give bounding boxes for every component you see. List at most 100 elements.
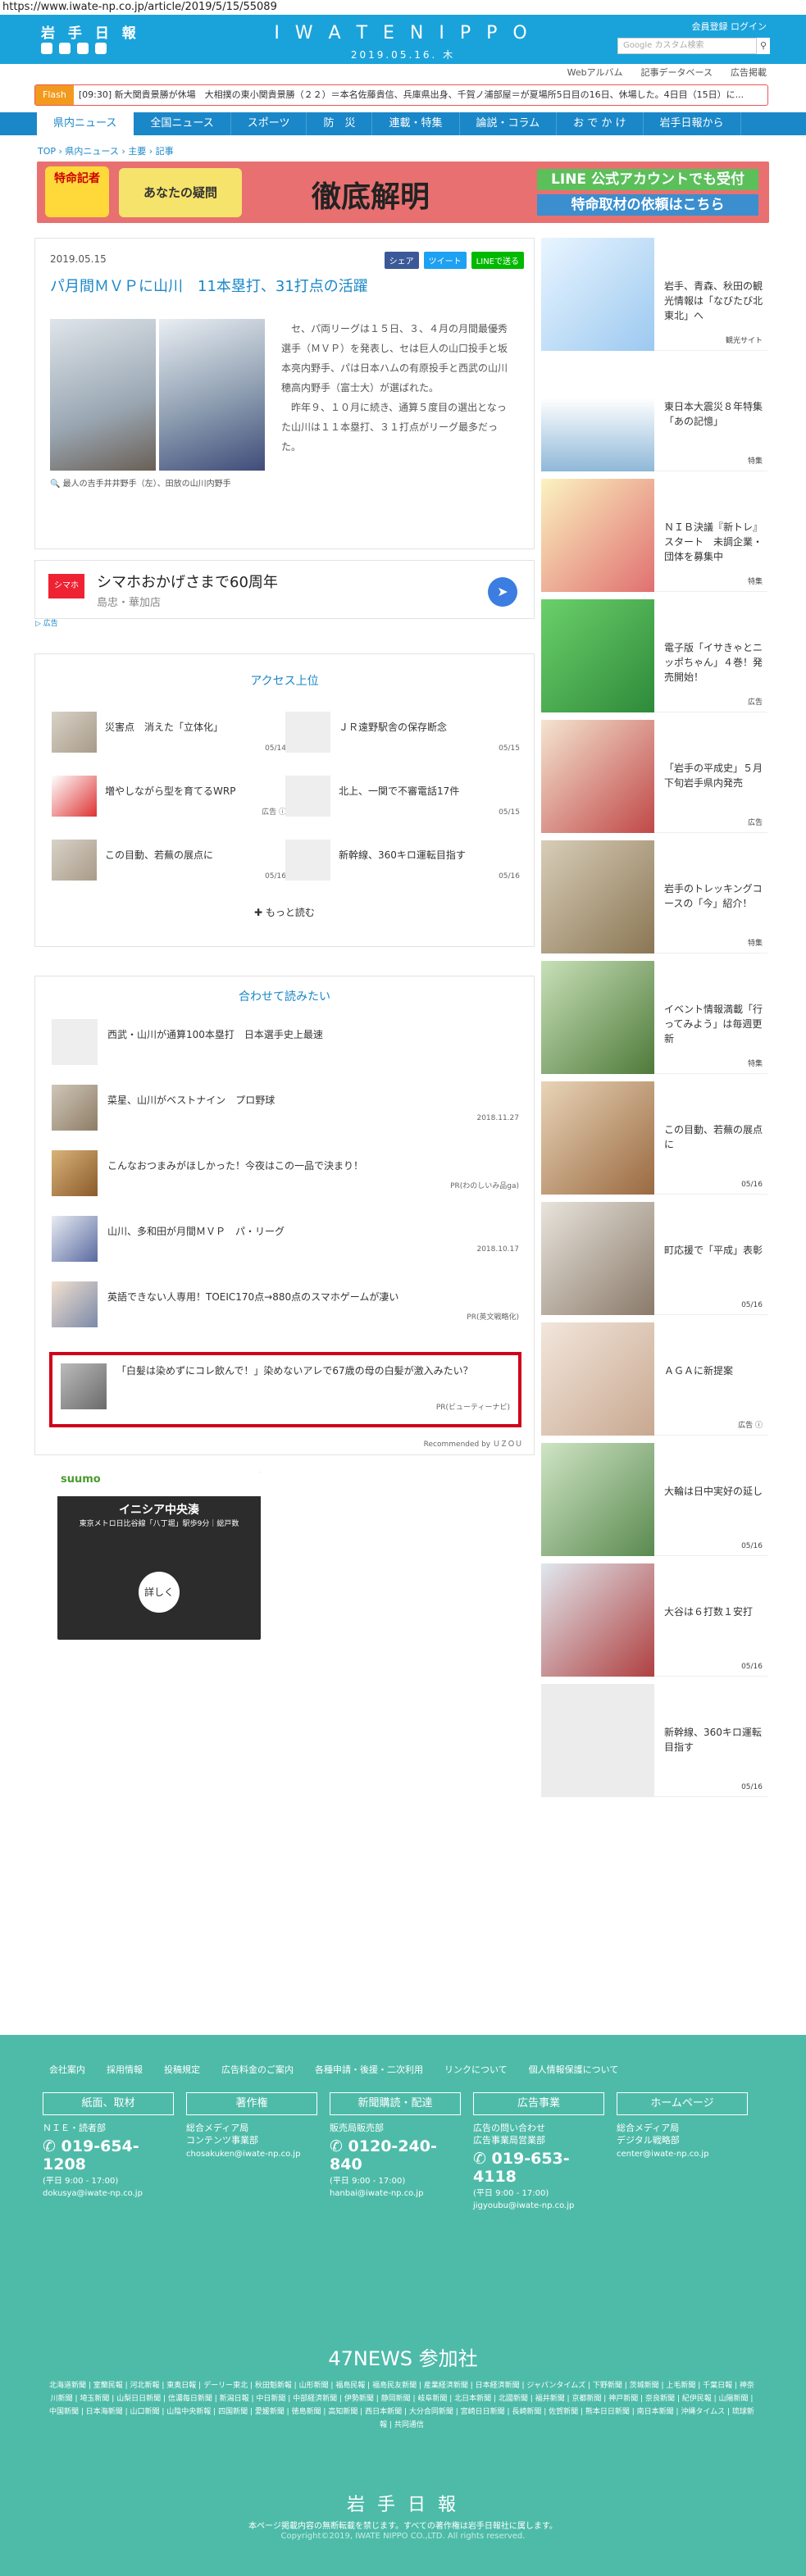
contact-column: 紙面、取材 ＮＩＥ・読者部 ✆ 019-654-1208 (平日 9:00 - … bbox=[43, 2092, 174, 2198]
sidebar-item[interactable]: 大輪は日中実好の延し 05/16 bbox=[541, 1443, 767, 1556]
contact-heading[interactable]: 紙面、取材 bbox=[43, 2092, 174, 2115]
47news-papers[interactable]: 北海道新聞 | 室蘭民報 | 河北新報 | 東奥日報 | デーリー東北 | 秋田… bbox=[49, 2379, 754, 2432]
ranking-item-date: 05/15 bbox=[499, 744, 520, 753]
nav-sports[interactable]: スポーツ bbox=[231, 112, 307, 135]
footer-link[interactable]: 各種申請・後援・二次利用 bbox=[315, 2063, 423, 2076]
footer-link[interactable]: 広告料金のご案内 bbox=[221, 2063, 294, 2076]
ranking-item-date: 広告 ⓘ bbox=[262, 808, 286, 817]
contact-heading[interactable]: 広告事業 bbox=[473, 2092, 604, 2115]
search-input[interactable]: Google カスタム検索 bbox=[617, 38, 757, 54]
sidebar-item[interactable]: 岩手、青森、秋田の観光情報は「なびたび北東北」へ 観光サイト bbox=[541, 238, 767, 351]
directions-icon[interactable]: ➤ bbox=[488, 577, 517, 607]
related-thumbnail bbox=[61, 1363, 107, 1409]
contact-hours: (平日 9:00 - 17:00) bbox=[330, 2177, 406, 2186]
related-item-title: 「白髪は染めずにコレ飲んで！」染めないアレで67歳の母の白髪が激入みたい？ bbox=[116, 1365, 473, 1377]
ranking-item[interactable]: この目動、若蕪の展点に 05/16 bbox=[52, 840, 286, 881]
shimaho-ad[interactable]: シマホ シマホおかげさまで60周年 島忠・華加店 ➤ ▷ 広告 bbox=[34, 560, 535, 628]
related-item[interactable]: 菜星、山川がベストナイン プロ野球 2018.11.27 bbox=[52, 1085, 519, 1131]
sidebar-item[interactable]: この目動、若蕪の展点に 05/16 bbox=[541, 1081, 767, 1195]
line-share-button[interactable]: LINEで送る bbox=[471, 252, 524, 269]
more-button[interactable]: ✚ もっと読む bbox=[35, 905, 534, 919]
sidebar-item[interactable]: 「岩手の平成史」５月下旬岩手県内発売 広告 bbox=[541, 720, 767, 833]
article-photo[interactable] bbox=[50, 319, 156, 471]
sidebar-item-title: 岩手、青森、秋田の観光情報は「なびたび北東北」へ bbox=[664, 280, 763, 321]
sidebar-item-tag: 05/16 bbox=[741, 1542, 763, 1550]
article-photo[interactable] bbox=[159, 319, 265, 471]
related-item-title: 山川、多和田が月間ＭＶＰ パ・リーグ bbox=[107, 1226, 285, 1237]
related-item[interactable]: 英語できない人専用！TOEIC170点→880点のスマホゲームが凄い PR(英文… bbox=[52, 1281, 519, 1327]
ranking-item[interactable]: ＪＲ遠野駅舎の保存断念 05/15 bbox=[285, 712, 520, 753]
suumo-detail-button[interactable]: 詳しく bbox=[139, 1572, 180, 1613]
related-item[interactable]: こんなおつまみがほしかった！今夜はこの一品で決まり！ PR(わのしいみ品ga) bbox=[52, 1150, 519, 1196]
47news-title: 47NEWS 参加社 bbox=[328, 2347, 478, 2370]
sidebar-item-tag: 広告 bbox=[747, 819, 763, 827]
tweet-button[interactable]: ツイート bbox=[423, 252, 467, 269]
nav-features[interactable]: 連載・特集 bbox=[372, 112, 460, 135]
search-icon[interactable]: ⚲ bbox=[757, 38, 770, 54]
suumo-ad[interactable]: suumo イニシア中央湊 東京メトロ日比谷線「八丁堀」駅歩9分｜総戸数 詳しく bbox=[57, 1472, 261, 1640]
contact-hours: (平日 9:00 - 17:00) bbox=[43, 2177, 119, 2186]
sidebar-item[interactable]: 東日本大震災８年特集「あの記憶」 特集 bbox=[541, 358, 767, 471]
sidebar-item-title: 大輪は日中実好の延し bbox=[664, 1486, 763, 1497]
sidebar-item[interactable]: 町応援で「平成」表彰 05/16 bbox=[541, 1202, 767, 1315]
album-link[interactable]: Webアルバム bbox=[567, 66, 623, 79]
nav-local-news[interactable]: 県内ニュース bbox=[37, 112, 134, 135]
address-bar[interactable]: https://www.iwate-np.co.jp/article/2019/… bbox=[0, 0, 806, 15]
contact-dept: 販売局販売部 bbox=[330, 2123, 384, 2133]
contact-email[interactable]: jigyoubu@iwate-np.co.jp bbox=[473, 2201, 604, 2210]
related-item[interactable]: 山川、多和田が月間ＭＶＰ パ・リーグ 2018.10.17 bbox=[52, 1216, 519, 1262]
sidebar-item[interactable]: 岩手のトレッキングコースの「今」紹介！ 特集 bbox=[541, 840, 767, 953]
footer-link[interactable]: 会社案内 bbox=[49, 2063, 85, 2076]
sidebar-item[interactable]: 新幹線、360キロ運転目指す 05/16 bbox=[541, 1684, 767, 1797]
contact-heading[interactable]: 著作権 bbox=[186, 2092, 317, 2115]
related-item[interactable]: 西武・山川が通算100本塁打 日本選手史上最速 bbox=[52, 1019, 519, 1065]
promo-banner[interactable]: 特命記者 あなたの疑問 徹底解明 LINE 公式アカウントでも受付 特命取材の依… bbox=[37, 162, 769, 223]
sidebar-item[interactable]: ＮＩＢ決議『新トレ』スタート 未調企業・団体を募集中 特集 bbox=[541, 479, 767, 592]
footer-link[interactable]: リンクについて bbox=[444, 2063, 508, 2076]
account-links[interactable]: 会員登録 ログイン bbox=[692, 20, 767, 33]
nav-disaster[interactable]: 防 災 bbox=[307, 112, 373, 135]
breadcrumb[interactable]: TOP › 県内ニュース › 主要 › 記事 bbox=[38, 144, 174, 157]
sidebar-item-title: 東日本大震災８年特集「あの記憶」 bbox=[664, 401, 763, 427]
article-photos[interactable] bbox=[50, 319, 265, 471]
footer-logo[interactable]: 岩 手 日 報 bbox=[0, 2490, 806, 2516]
nav-outing[interactable]: お で か け bbox=[557, 112, 644, 135]
contact-email[interactable]: hanbai@iwate-np.co.jp bbox=[330, 2189, 461, 2198]
related-item-source: PR(わのしいみ品ga) bbox=[450, 1182, 519, 1190]
ranking-item[interactable]: 災害点 消えた「立体化」 05/14 bbox=[52, 712, 286, 753]
sidebar-item-title: 大谷は６打数１安打 bbox=[664, 1606, 754, 1618]
ad-label[interactable]: ▷ 広告 bbox=[35, 617, 58, 628]
contact-email[interactable]: center@iwate-np.co.jp bbox=[617, 2150, 748, 2159]
ranking-item[interactable]: 新幹線、360キロ運転目指す 05/16 bbox=[285, 840, 520, 881]
contact-email[interactable]: chosakuken@iwate-np.co.jp bbox=[186, 2150, 317, 2159]
ranking-item[interactable]: 北上、一関で不審電話17件 05/15 bbox=[285, 776, 520, 817]
article-title: パ月間ＭＶＰに山川 11本塁打、31打点の活躍 bbox=[50, 278, 368, 295]
contact-heading[interactable]: 新聞購読・配達 bbox=[330, 2092, 461, 2115]
sidebar-item[interactable]: 大谷は６打数１安打 05/16 bbox=[541, 1563, 767, 1677]
database-link[interactable]: 記事データベース bbox=[641, 66, 713, 79]
ad-link[interactable]: 広告掲載 bbox=[731, 66, 767, 79]
related-item-source: PR(英文戦略化) bbox=[467, 1313, 519, 1322]
recommended-by[interactable]: Recommended by ＵＺＯＵ bbox=[424, 1438, 522, 1449]
contact-email[interactable]: dokusya@iwate-np.co.jp bbox=[43, 2189, 174, 2198]
nav-national-news[interactable]: 全国ニュース bbox=[134, 112, 231, 135]
facebook-share-button[interactable]: シェア bbox=[384, 252, 419, 269]
ranking-item[interactable]: 増やしながら型を育てるWRP 広告 ⓘ bbox=[52, 776, 286, 817]
ad-subtitle: 島忠・華加店 bbox=[97, 597, 162, 609]
footer-link[interactable]: 個人情報保護について bbox=[529, 2063, 619, 2076]
sidebar-thumbnail bbox=[541, 1684, 654, 1797]
sidebar-item[interactable]: イベント情報満載「行ってみよう」は毎週更新 特集 bbox=[541, 961, 767, 1074]
sidebar-item[interactable]: 電子版「イサきゃとニッポちゃん」４巻！発売開始！ 広告 bbox=[541, 599, 767, 712]
nav-from-iwate-nippo[interactable]: 岩手日報から bbox=[644, 112, 741, 135]
footer-link[interactable]: 投稿規定 bbox=[164, 2063, 200, 2076]
contact-heading[interactable]: ホームページ bbox=[617, 2092, 748, 2115]
related-item-highlighted[interactable]: 「白髪は染めずにコレ飲んで！」染めないアレで67歳の母の白髪が激入みたい？ PR… bbox=[49, 1352, 521, 1427]
flash-news[interactable]: Flash [09:30] 新大関貴景勝が休場 大相撲の東小関貴景勝（２２）＝本名… bbox=[34, 84, 768, 106]
sidebar-item-tag: 特集 bbox=[747, 940, 763, 948]
suumo-subtitle: 東京メトロ日比谷線「八丁堀」駅歩9分｜総戸数 bbox=[79, 1520, 239, 1528]
sidebar-item[interactable]: ＡＧＡに新提案 広告 ⓘ bbox=[541, 1322, 767, 1436]
nav-opinion[interactable]: 論説・コラム bbox=[460, 112, 558, 135]
related-thumbnail bbox=[52, 1216, 98, 1262]
sidebar-item-tag: 05/16 bbox=[741, 1301, 763, 1309]
footer-link[interactable]: 採用情報 bbox=[107, 2063, 143, 2076]
